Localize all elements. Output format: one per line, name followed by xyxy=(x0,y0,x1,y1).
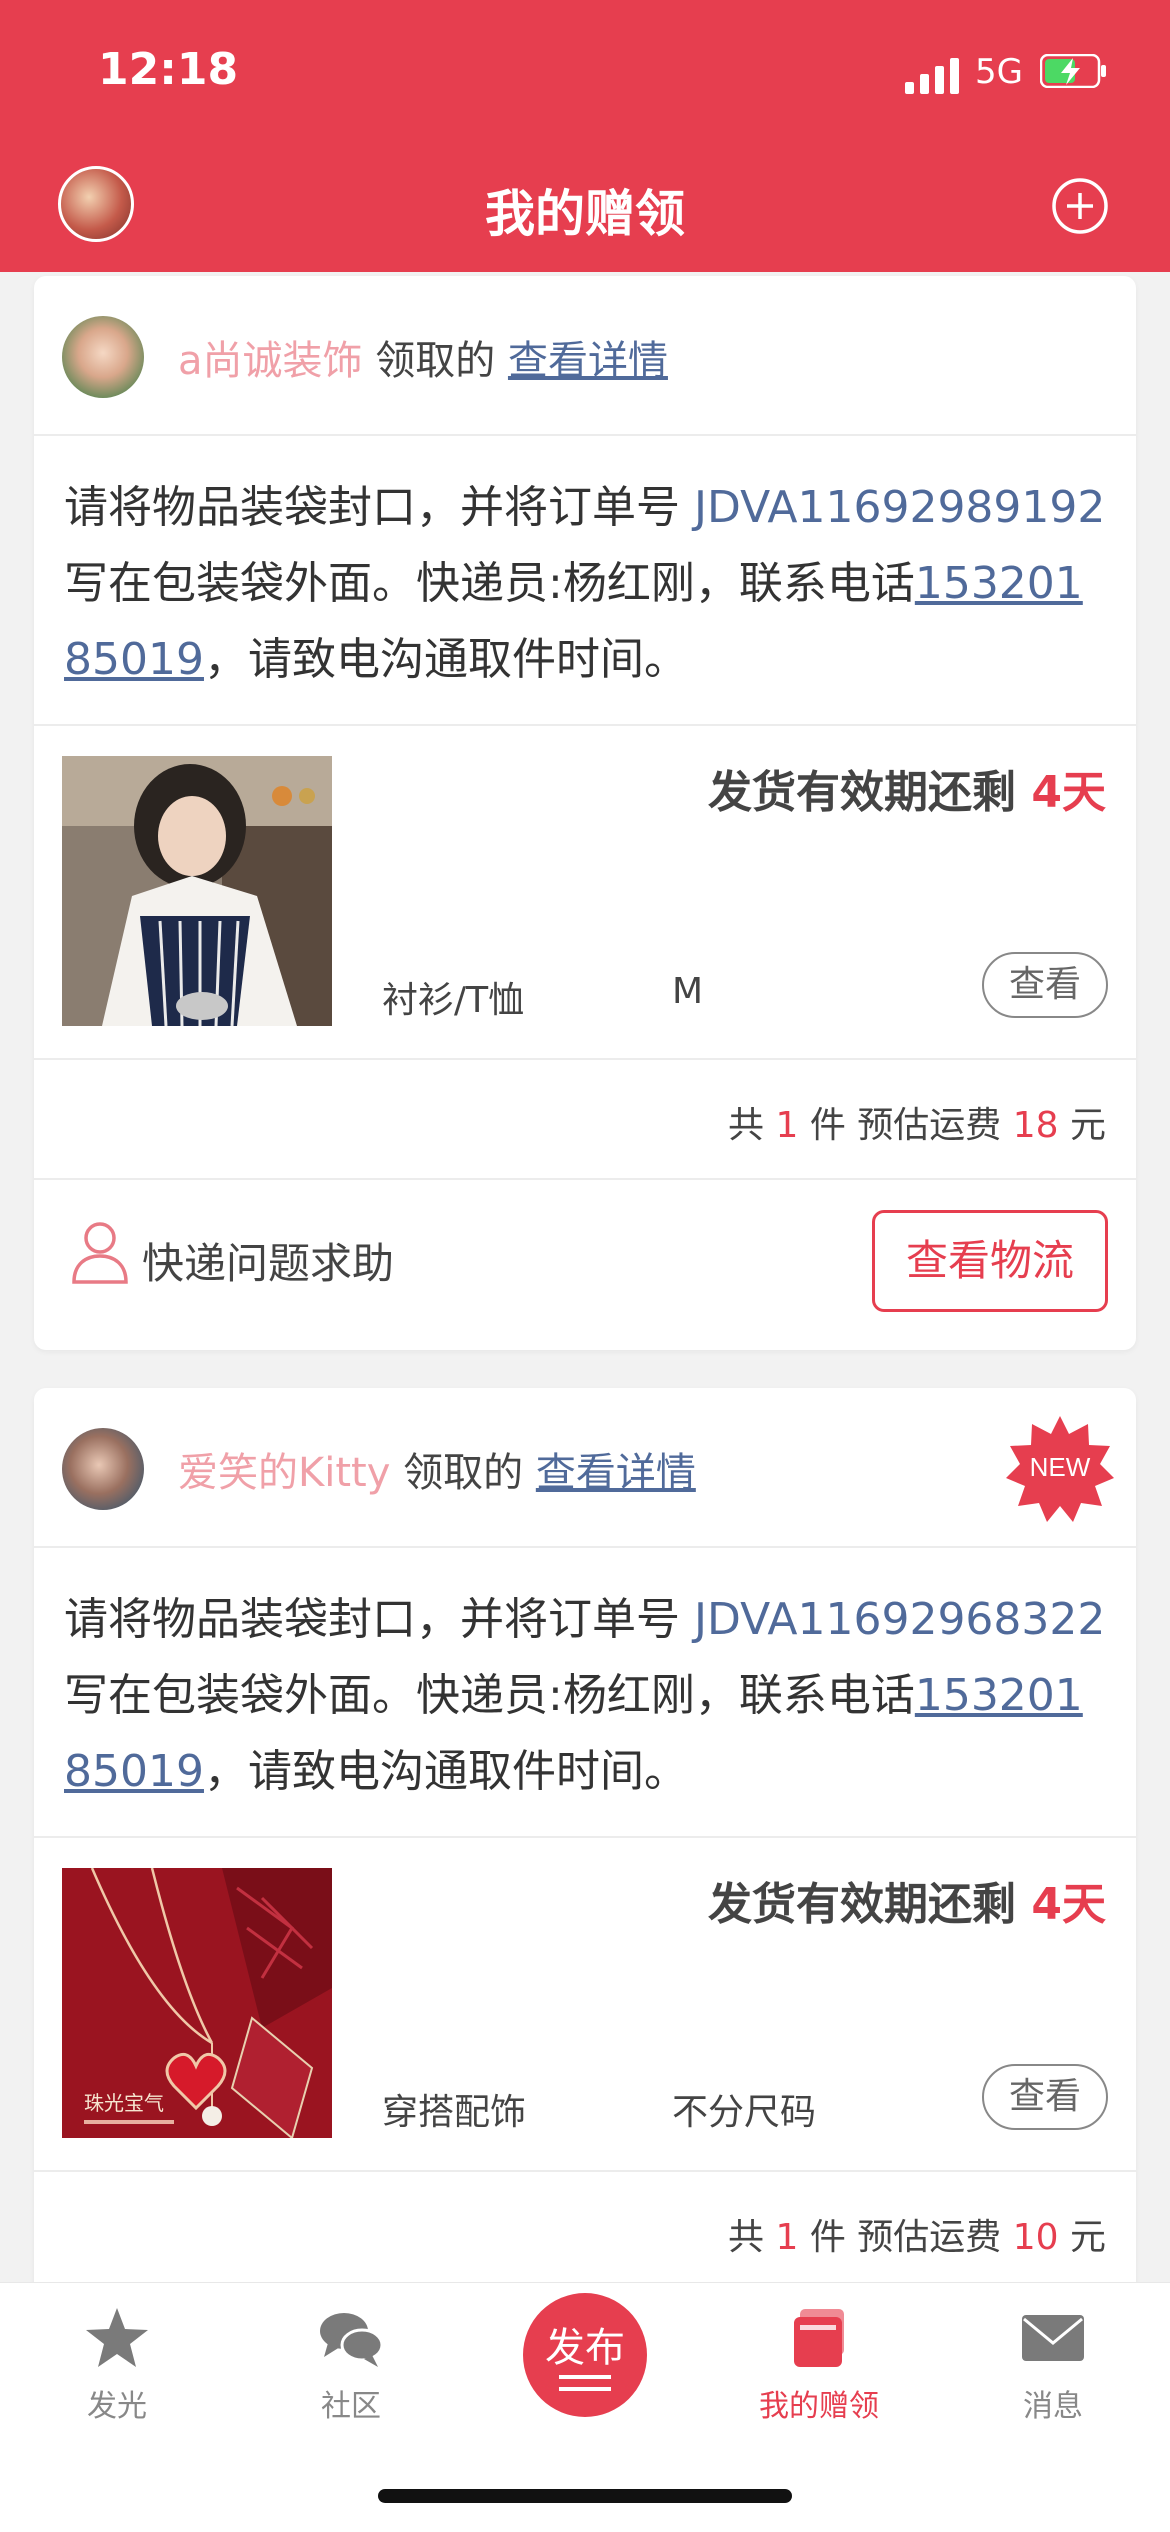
image-caption: 珠光宝气 xyxy=(84,2091,164,2115)
summary-text: 元 xyxy=(1058,1105,1106,1146)
deadline-days: 4天 xyxy=(1031,1879,1106,1930)
instruction-text: 写在包装袋外面。快递员:杨红刚，联系电话 xyxy=(64,1670,915,1721)
product-image[interactable] xyxy=(62,756,332,1026)
home-indicator[interactable] xyxy=(378,2489,792,2503)
shipping-fee: 18 xyxy=(1012,1105,1059,1146)
product-row: 珠光宝气 发货有效期还剩 4天 穿搭配饰 不分尺码 查看 xyxy=(34,1838,1136,2172)
instruction-text: 写在包装袋外面。快递员:杨红刚，联系电话 xyxy=(64,558,915,609)
shipping-deadline: 发货有效期还剩 4天 xyxy=(708,756,1106,820)
deadline-label: 发货有效期还剩 xyxy=(708,767,1032,818)
shipping-instructions: 请将物品装袋封口，并将订单号 JDVA11692968322 写在包装袋外面。快… xyxy=(34,1548,1136,1838)
view-detail-link[interactable]: 查看详情 xyxy=(508,338,668,384)
view-product-button[interactable]: 查看 xyxy=(982,2064,1108,2130)
product-image[interactable]: 珠光宝气 xyxy=(62,1868,332,2138)
tab-glow[interactable]: 发光 xyxy=(0,2283,234,2443)
claim-verb: 领取的 xyxy=(403,1450,524,1496)
add-circle-icon[interactable] xyxy=(1050,176,1110,236)
courier-help-link[interactable]: 快递问题求助 xyxy=(142,1230,394,1291)
summary-text: 件 预估运费 xyxy=(798,1105,1013,1146)
bottom-tab-bar: 发光 社区 发布 我的赠领 消息 xyxy=(0,2282,1170,2532)
product-row: 发货有效期还剩 4天 衬衫/T恤 M 查看 xyxy=(34,726,1136,1060)
tab-label: 消息 xyxy=(1023,2389,1083,2424)
card-header: a尚诚装饰 领取的 查看详情 xyxy=(34,276,1136,436)
claimer-name[interactable]: a尚诚装饰 xyxy=(178,338,363,384)
signal-icon xyxy=(905,58,959,94)
order-summary: 共 1 件 预估运费 10 元 xyxy=(34,2172,1136,2292)
order-number: JDVA11692989192 xyxy=(694,482,1106,533)
nav-bar: 我的赠领 xyxy=(0,140,1170,272)
status-bar: 12:18 5G xyxy=(0,0,1170,140)
claimer-avatar[interactable] xyxy=(62,1428,144,1510)
chat-bubbles-icon xyxy=(320,2313,384,2367)
battery-charging-icon xyxy=(1040,54,1106,88)
deadline-days: 4天 xyxy=(1031,767,1106,818)
publish-line xyxy=(559,2375,611,2379)
tab-community[interactable]: 社区 xyxy=(234,2283,468,2443)
mail-icon xyxy=(1022,2315,1084,2361)
item-count: 1 xyxy=(775,2217,799,2258)
summary-text: 共 xyxy=(728,1105,776,1146)
order-summary: 共 1 件 预估运费 18 元 xyxy=(34,1060,1136,1180)
claim-verb: 领取的 xyxy=(375,338,496,384)
view-product-button[interactable]: 查看 xyxy=(982,952,1108,1018)
instruction-text: ，请致电沟通取件时间。 xyxy=(203,634,688,685)
product-category: 衬衫/T恤 xyxy=(382,980,525,1021)
product-size: 不分尺码 xyxy=(672,2092,817,2133)
claim-card: a尚诚装饰 领取的 查看详情 请将物品装袋封口，并将订单号 JDVA116929… xyxy=(34,276,1136,1350)
order-number: JDVA11692968322 xyxy=(694,1594,1106,1645)
publish-line xyxy=(559,2387,611,2391)
page-title: 我的赠领 xyxy=(485,185,685,243)
new-badge-text: NEW xyxy=(1030,1452,1091,1482)
summary-text: 共 xyxy=(728,2217,776,2258)
product-category: 穿搭配饰 xyxy=(382,2092,527,2133)
deadline-label: 发货有效期还剩 xyxy=(708,1879,1032,1930)
tab-label: 社区 xyxy=(321,2389,381,2424)
tab-my-gifts[interactable]: 我的赠领 xyxy=(702,2283,936,2443)
instruction-text: ，请致电沟通取件时间。 xyxy=(203,1746,688,1797)
tab-label: 我的赠领 xyxy=(759,2389,879,2424)
tab-label: 发光 xyxy=(87,2389,147,2424)
tab-messages[interactable]: 消息 xyxy=(936,2283,1170,2443)
gift-cards-icon xyxy=(794,2309,844,2367)
new-badge: NEW xyxy=(1006,1416,1114,1522)
card-footer: 快递问题求助 查看物流 xyxy=(34,1180,1136,1352)
view-detail-link[interactable]: 查看详情 xyxy=(536,1450,696,1496)
tab-publish[interactable]: 发布 xyxy=(468,2283,702,2443)
claim-card: 爱笑的Kitty 领取的 查看详情 NEW 请将物品装袋封口，并将订单号 JDV… xyxy=(34,1388,1136,2348)
claimer-name[interactable]: 爱笑的Kitty xyxy=(178,1450,390,1496)
shipping-fee: 10 xyxy=(1012,2217,1059,2258)
claimer-avatar[interactable] xyxy=(62,316,144,398)
shipping-deadline: 发货有效期还剩 4天 xyxy=(708,1868,1106,1932)
summary-text: 元 xyxy=(1058,2217,1106,2258)
person-icon xyxy=(72,1222,128,1284)
product-size: M xyxy=(672,971,704,1012)
shipping-instructions: 请将物品装袋封口，并将订单号 JDVA11692989192 写在包装袋外面。快… xyxy=(34,436,1136,726)
item-count: 1 xyxy=(775,1105,799,1146)
status-time: 12:18 xyxy=(98,44,239,95)
instruction-text: 请将物品装袋封口，并将订单号 xyxy=(64,1594,694,1645)
track-shipment-button[interactable]: 查看物流 xyxy=(872,1210,1108,1312)
instruction-text: 请将物品装袋封口，并将订单号 xyxy=(64,482,694,533)
network-label: 5G xyxy=(975,52,1023,92)
publish-label: 发布 xyxy=(545,2325,625,2371)
star-icon xyxy=(86,2308,148,2367)
card-header: 爱笑的Kitty 领取的 查看详情 NEW xyxy=(34,1388,1136,1548)
publish-icon[interactable]: 发布 xyxy=(523,2293,647,2417)
summary-text: 件 预估运费 xyxy=(798,2217,1013,2258)
